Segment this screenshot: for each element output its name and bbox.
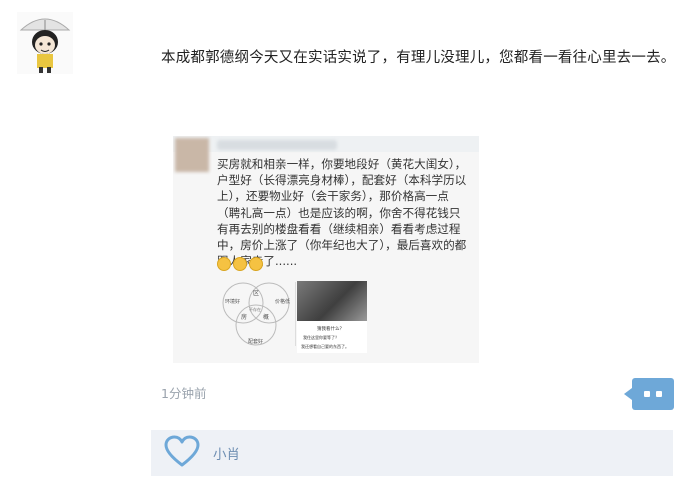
heart-outline-icon[interactable] [164,435,200,469]
embedded-photo-card: 猜我看什么？ 我住这里你要等了？ 我还想看自己要的东西了。 [297,281,367,353]
caption-line-2: 我住这里你要等了？ [303,334,339,340]
venn-mid-left: 房 [241,313,247,321]
comment-dot [656,391,662,397]
comment-button[interactable] [624,378,674,410]
caption-line-1: 猜我看什么？ [317,325,344,332]
venn-mid-right: 概 [263,313,269,321]
post-text: 本成都郭德纲今天又在实话实说了，有理儿没理儿，您都看一看往心里去一去。 [161,50,676,66]
venn-diagram: 环境好 区 价格低 不存在 房 概 配套好 [222,282,290,346]
venn-top-left: 环境好 [225,298,240,305]
divider [295,282,296,346]
venn-center: 不存在 [249,306,261,312]
caption-line-3: 我还想看自己要的东西了。 [301,343,349,349]
comment-dot [644,391,650,397]
embedded-photo [297,281,367,321]
shared-image[interactable]: 买房就和相亲一样，你要地段好（黄花大闺女），户型好（长得漂亮身材棒），配套好（本… [173,136,479,363]
post-timestamp: 1分钟前 [161,386,207,401]
emoji-row [217,257,263,271]
venn-bottom: 配套好 [248,338,263,345]
smile-emoji-icon [217,257,231,271]
venn-top-right: 价格低 [275,298,290,305]
smile-emoji-icon [249,257,263,271]
smile-emoji-icon [233,257,247,271]
blurred-avatar [175,138,209,172]
liker-name[interactable]: 小肖 [213,443,240,463]
blurred-name [217,140,337,150]
likes-bar: 小肖 [151,430,673,476]
venn-top-center: 区 [253,290,259,297]
shared-image-text: 买房就和相亲一样，你要地段好（黄花大闺女），户型好（长得漂亮身材棒），配套好（本… [217,157,467,269]
user-avatar[interactable] [17,12,73,74]
